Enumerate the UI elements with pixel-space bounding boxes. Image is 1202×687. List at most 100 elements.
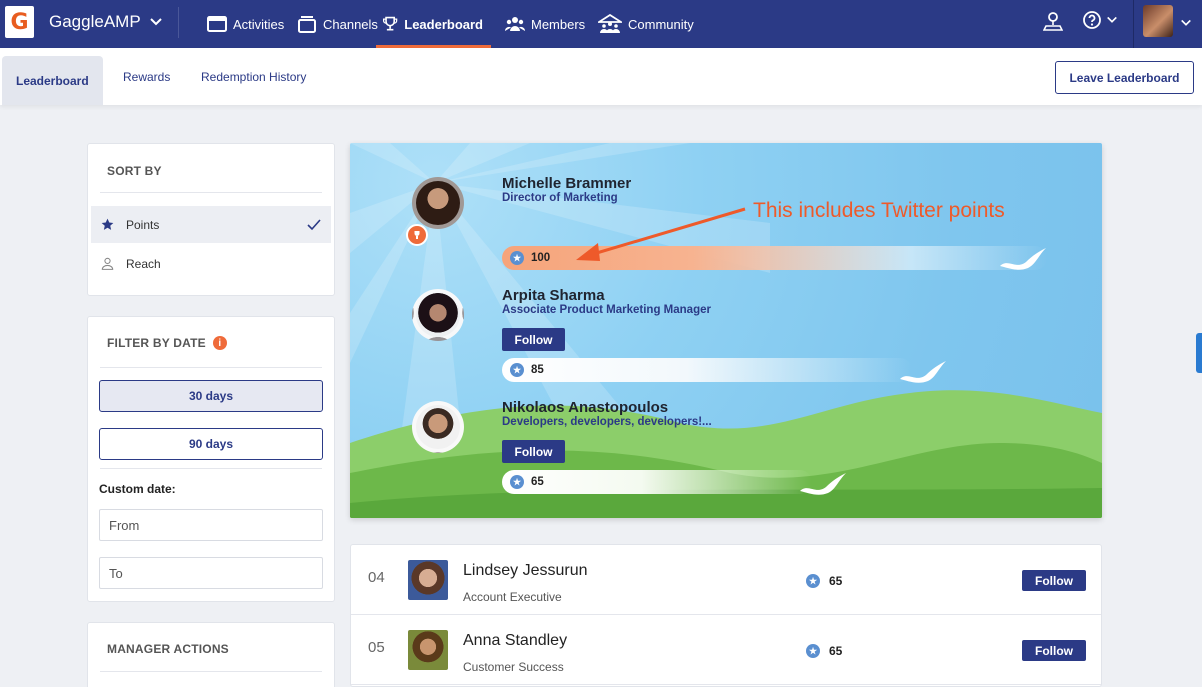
member-name[interactable]: Anna Standley: [463, 632, 567, 650]
custom-date-label: Custom date:: [99, 482, 176, 496]
rank: 05: [368, 639, 385, 656]
avatar: [412, 177, 464, 229]
annotation-text: This includes Twitter points: [753, 199, 1005, 222]
sort-points[interactable]: Points: [91, 206, 331, 243]
nav-channels[interactable]: Channels: [297, 0, 378, 48]
bird-icon: [1000, 248, 1046, 270]
manager-actions-card: MANAGER ACTIONS: [87, 622, 335, 687]
trophy-icon: [414, 231, 420, 239]
podium-2-points: 85: [531, 364, 544, 376]
star-icon: ★: [510, 475, 524, 489]
podium-3-points-bar: ★ 65: [502, 470, 812, 494]
top-navbar: G GaggleAMP Activities Channels Leaderbo…: [0, 0, 1202, 48]
table-row: 04 Lindsey Jessurun Account Executive ★ …: [351, 545, 1101, 615]
avatar: [408, 630, 448, 670]
gaggleamp-logo[interactable]: G: [5, 6, 34, 38]
trophy-icon: [382, 16, 398, 31]
divider: [100, 468, 322, 469]
points-value: 65: [829, 574, 843, 588]
subnav: Leaderboard Rewards Redemption History L…: [0, 48, 1202, 105]
podium-1-name[interactable]: Michelle Brammer: [502, 175, 631, 192]
nav-community-label: Community: [628, 16, 694, 32]
member-points: ★ 65: [806, 574, 842, 588]
chevron-down-icon: [149, 18, 162, 26]
user-avatar[interactable]: [1143, 5, 1173, 37]
divider: [100, 671, 322, 672]
sort-points-label: Points: [126, 217, 160, 232]
star-icon: [101, 218, 114, 230]
help-menu[interactable]: [1082, 10, 1118, 30]
person-icon: [101, 257, 114, 270]
tab-redemption-history[interactable]: Redemption History: [201, 48, 306, 105]
filter-card: FILTER BY DATE i 30 days 90 days Custom …: [87, 316, 335, 602]
nav-leaderboard[interactable]: Leaderboard: [376, 0, 491, 48]
star-icon: ★: [510, 251, 524, 265]
user-location-icon[interactable]: [1043, 10, 1063, 32]
member-points: ★ 65: [806, 644, 842, 658]
channels-icon: [298, 16, 316, 33]
from-date-input[interactable]: From: [99, 509, 323, 541]
org-switcher[interactable]: GaggleAMP: [49, 12, 163, 32]
nav-channels-label: Channels: [323, 16, 378, 32]
manager-title: MANAGER ACTIONS: [107, 642, 229, 656]
table-row: 05 Anna Standley Customer Success ★ 65 F…: [351, 615, 1101, 685]
filter-title-text: FILTER BY DATE: [107, 336, 206, 350]
leaderboard-list: 04 Lindsey Jessurun Account Executive ★ …: [350, 544, 1102, 687]
divider: [1133, 0, 1134, 48]
chevron-down-icon[interactable]: [1180, 17, 1192, 29]
activities-icon: [207, 16, 227, 32]
follow-button[interactable]: Follow: [1022, 570, 1086, 591]
leave-leaderboard-button[interactable]: Leave Leaderboard: [1055, 61, 1194, 94]
to-date-input[interactable]: To: [99, 557, 323, 589]
tab-leaderboard[interactable]: Leaderboard: [2, 56, 103, 105]
annotation-arrow: [576, 207, 746, 261]
follow-button[interactable]: Follow: [502, 440, 565, 463]
star-icon: ★: [510, 363, 524, 377]
nav-activities-label: Activities: [233, 16, 285, 32]
follow-button[interactable]: Follow: [1022, 640, 1086, 661]
podium-3-name[interactable]: Nikolaos Anastopoulos: [502, 399, 668, 416]
filter-title: FILTER BY DATE i: [107, 336, 227, 350]
feedback-tab[interactable]: [1196, 333, 1202, 373]
30-days-button[interactable]: 30 days: [99, 380, 323, 412]
nav-members-label: Members: [531, 16, 586, 32]
nav-community[interactable]: Community: [598, 0, 694, 48]
points-value: 65: [829, 644, 843, 658]
bird-icon: [900, 361, 946, 383]
90-days-button[interactable]: 90 days: [99, 428, 323, 460]
podium-2-points-bar: ★ 85: [502, 358, 912, 382]
sort-reach-label: Reach: [126, 256, 161, 271]
bird-icon: [800, 473, 846, 495]
podium-1-points: 100: [531, 252, 551, 264]
star-icon: ★: [806, 574, 820, 588]
info-icon[interactable]: i: [212, 336, 227, 350]
tab-rewards[interactable]: Rewards: [123, 48, 170, 105]
member-role: Account Executive: [463, 590, 562, 604]
nav-members[interactable]: Members: [505, 0, 585, 48]
sort-title: SORT BY: [107, 164, 162, 178]
avatar: [412, 401, 464, 453]
podium-2-name[interactable]: Arpita Sharma: [502, 287, 605, 304]
nav-activities[interactable]: Activities: [207, 0, 284, 48]
podium-3-role: Developers, developers, developers!...: [502, 416, 712, 428]
podium-2-role: Associate Product Marketing Manager: [502, 304, 711, 316]
sort-reach[interactable]: Reach: [91, 245, 331, 282]
rank: 04: [368, 569, 385, 586]
divider: [100, 192, 322, 193]
podium-3-points: 65: [531, 476, 544, 488]
help-icon: [1083, 11, 1101, 29]
nav-leaderboard-label: Leaderboard: [404, 16, 483, 32]
member-name[interactable]: Lindsey Jessurun: [463, 562, 588, 580]
checkmark-icon: [307, 218, 321, 230]
trophy-badge: [406, 224, 428, 246]
avatar: [412, 289, 464, 341]
star-icon: ★: [806, 644, 820, 658]
member-role: Customer Success: [463, 660, 564, 674]
avatar: [408, 560, 448, 600]
follow-button[interactable]: Follow: [502, 328, 565, 351]
community-icon: [598, 14, 622, 33]
members-icon: [505, 17, 525, 31]
chevron-down-icon: [1107, 16, 1117, 23]
divider: [178, 7, 179, 38]
sort-card: SORT BY Points Reach: [87, 143, 335, 296]
